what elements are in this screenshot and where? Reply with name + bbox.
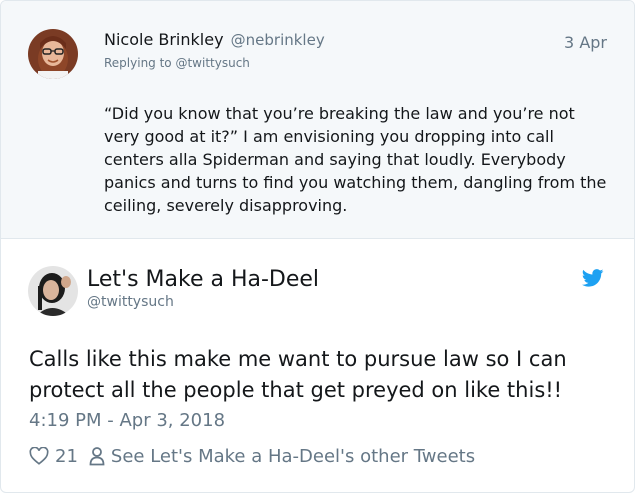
main-author-handle[interactable]: @twittysuch [87, 294, 174, 310]
reply-tweet: Nicole Brinkley @nebrinkley Replying to … [1, 1, 634, 239]
tweet-actions: 21 See Let's Make a Ha-Deel's other Twee… [29, 443, 475, 469]
main-author-name[interactable]: Let's Make a Ha-Deel [87, 267, 319, 292]
other-tweets-link[interactable]: See Let's Make a Ha-Deel's other Tweets [111, 446, 475, 467]
like-count[interactable]: 21 [55, 446, 78, 467]
reply-author[interactable]: Nicole Brinkley @nebrinkley [104, 30, 325, 49]
reply-date[interactable]: 3 Apr [564, 33, 607, 52]
embedded-tweet-card: Nicole Brinkley @nebrinkley Replying to … [0, 0, 635, 493]
reply-author-name[interactable]: Nicole Brinkley [104, 30, 224, 49]
reply-author-handle[interactable]: @nebrinkley [231, 31, 325, 49]
replying-to[interactable]: Replying to @twittysuch [104, 56, 250, 70]
twitter-bird-icon[interactable] [581, 269, 604, 287]
twittysuch-avatar[interactable] [28, 266, 78, 316]
person-icon[interactable] [89, 446, 105, 466]
heart-icon[interactable] [29, 447, 49, 465]
nicole-avatar[interactable] [28, 29, 78, 79]
reply-text: “Did you know that you’re breaking the l… [104, 104, 607, 215]
main-tweet-text: Calls like this make me want to pursue l… [29, 347, 567, 402]
tweet-timestamp[interactable]: 4:19 PM - Apr 3, 2018 [29, 410, 225, 431]
